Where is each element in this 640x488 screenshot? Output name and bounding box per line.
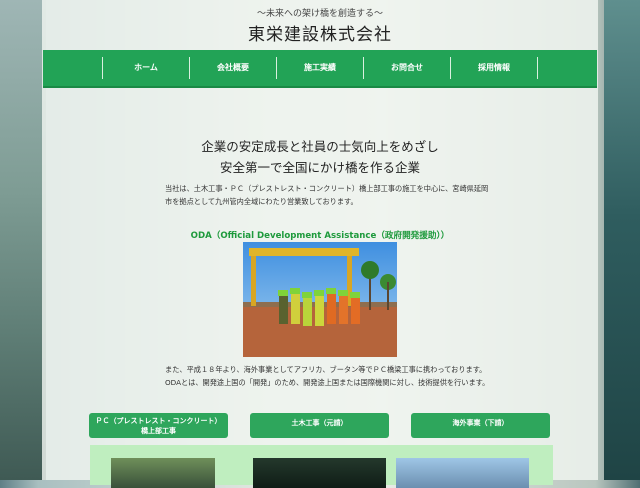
gallery-thumb-3[interactable] xyxy=(396,458,529,488)
pc-button-line2: 橋上部工事 xyxy=(141,427,176,435)
nav-recruit[interactable]: 採用情報 xyxy=(450,57,538,79)
nav-company[interactable]: 会社概要 xyxy=(189,57,277,79)
site-tagline: 〜未来への架け橋を創造する〜 xyxy=(256,9,383,19)
gallery-thumb-2[interactable] xyxy=(253,458,386,488)
main-nav: ホーム 会社概要 施工実績 お問合せ 採用情報 xyxy=(43,50,597,88)
oda-title: ODA（Official Development Assistance（政府開発… xyxy=(190,231,450,241)
gallery-thumb-1[interactable] xyxy=(111,458,215,488)
oda-photo xyxy=(243,242,397,357)
pc-button-line1: ＰＣ（プレストレスト・コンクリート） xyxy=(95,417,222,425)
gallery-strip xyxy=(90,445,553,488)
headline-line1: 企業の安定成長と社員の士気向上をめざし xyxy=(201,139,439,154)
pc-bridge-button[interactable]: ＰＣ（プレストレスト・コンクリート） 橋上部工事 xyxy=(89,413,228,438)
civil-works-button[interactable]: 土木工事（元請） xyxy=(250,413,389,438)
site-title[interactable]: 東栄建設株式会社 xyxy=(0,20,640,45)
overseas-text: また、平成１８年より、海外事業としてアフリカ、ブータン等でＰＣ橋梁工事に携わって… xyxy=(165,365,490,387)
nav-home[interactable]: ホーム xyxy=(102,57,190,79)
nav-contact[interactable]: お問合せ xyxy=(363,57,451,79)
overseas-button[interactable]: 海外事業（下請） xyxy=(411,413,550,438)
nav-works[interactable]: 施工実績 xyxy=(276,57,364,79)
intro-text: 当社は、土木工事・ＰＣ（プレストレスト・コンクリート）橋上部工事の施工を中心に、… xyxy=(165,184,489,206)
headline-line2: 安全第一で全国にかけ橋を作る企業 xyxy=(219,160,420,175)
